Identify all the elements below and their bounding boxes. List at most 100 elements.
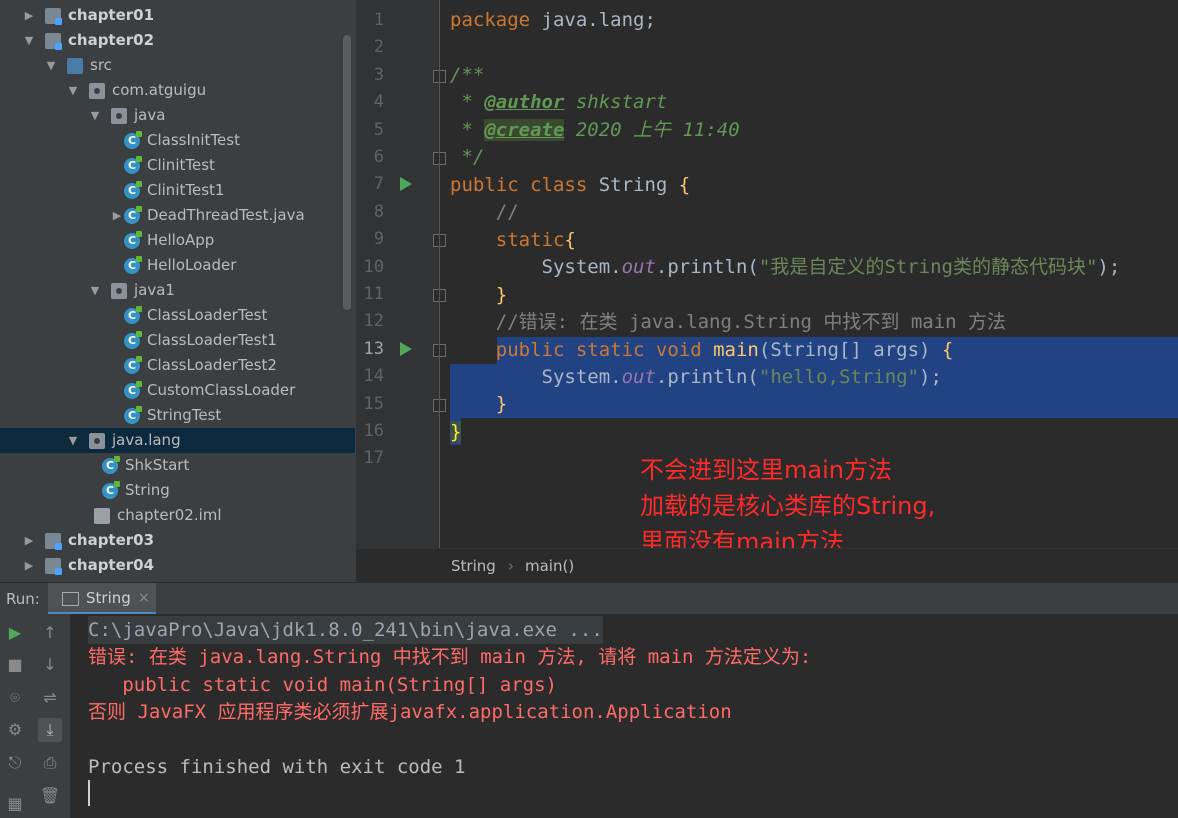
class-icon: C [124,306,142,324]
collapse-arrow-icon[interactable]: ▶ [22,3,36,28]
code-editor[interactable]: 1 2 3 4 5 6 7 8 9 10 11 12 13 14 15 16 17 package java.l… [356,0,1178,582]
tree-item[interactable]: ▼ java1 [0,278,343,303]
line-number: 16 [363,421,384,441]
class-icon: C [102,456,120,474]
code-line-10: System.out.println("我是自定义的String类的静态代码块"… [450,256,1121,278]
tree-item[interactable]: C StringTest [0,403,343,428]
tree-item-label: ClinitTest [147,156,215,174]
code-line-14: System.out.println("hello,String"); [450,366,942,388]
tree-item[interactable]: C ClassLoaderTest2 [0,353,343,378]
tree-item-label: java1 [134,281,175,299]
collapse-arrow-icon[interactable]: ▶ [22,553,36,578]
expand-arrow-icon[interactable]: ▼ [88,278,102,303]
console-error-line: 否则 JavaFX 应用程序类必须扩展javafx.application.Ap… [88,701,732,723]
tree-item[interactable]: ▶ chapter03 [0,528,343,553]
tree-item[interactable]: ▼ java.lang [0,428,355,453]
collapse-arrow-icon[interactable]: ▶ [110,203,124,228]
rerun-icon[interactable]: ▶ [3,621,27,645]
class-icon: C [102,481,120,499]
run-tab-label: String [86,589,131,607]
tree-item[interactable]: C String [0,478,343,503]
tree-item[interactable]: C ClinitTest [0,153,343,178]
line-number: 5 [373,119,384,140]
package-icon [111,108,127,124]
run-gutter-icon[interactable] [400,341,412,356]
class-icon: C [124,381,142,399]
expand-arrow-icon[interactable]: ▼ [88,103,102,128]
class-icon: C [124,356,142,374]
tree-item[interactable]: ▶ C DeadThreadTest.java [0,203,343,228]
code-line-15: } [450,393,508,415]
line-number: 9 [373,229,384,250]
breadcrumb-class[interactable]: String [451,549,496,582]
run-tab-string[interactable]: String × [48,583,156,615]
line-number: 4 [373,92,384,113]
code-line-7: public class String { [450,174,691,196]
breadcrumb-method[interactable]: main() [525,549,574,582]
class-icon: C [124,331,142,349]
tree-item[interactable]: C HelloApp [0,228,343,253]
scroll-up-icon[interactable]: ↑ [38,621,62,645]
console-caret [88,780,90,806]
run-label: Run: [6,590,40,608]
close-icon[interactable]: × [138,583,150,613]
run-gutter-icon[interactable] [400,177,412,192]
trash-icon[interactable]: 🗑 [38,784,62,808]
console-output[interactable]: C:\javaPro\Java\jdk1.8.0_241\bin\java.ex… [70,614,1178,818]
line-number: 13 [363,338,384,359]
tree-item[interactable]: C ClinitTest1 [0,178,343,203]
camera-icon[interactable]: ⌾ [3,686,27,710]
tree-item[interactable]: C ClassLoaderTest [0,303,343,328]
tree-item[interactable]: ▼ java [0,103,343,128]
console-exit-line: Process finished with exit code 1 [88,756,466,778]
tree-item[interactable]: ▶ chapter01 [0,3,343,28]
tree-item-label: chapter02 [68,31,155,49]
tree-item[interactable]: ▼ src [0,53,343,78]
soft-wrap-icon[interactable]: ⇌ [38,686,62,710]
tree-item-label: java.lang [112,431,181,449]
tree-item[interactable]: ▶ chapter04 [0,553,343,578]
tree-item[interactable]: C HelloLoader [0,253,343,278]
line-number: 8 [373,201,384,222]
package-icon [89,433,105,449]
code-line-3: /** [450,64,485,86]
stop-icon[interactable]: ■ [3,653,27,677]
iml-file-icon [94,508,110,524]
tree-item-label: chapter01 [68,6,155,24]
settings-icon[interactable]: ⚙ [3,718,27,742]
exit-icon[interactable]: ⎋ [3,751,27,775]
tree-item[interactable]: ▼ chapter02 [0,28,343,53]
tree-item[interactable]: C ClassLoaderTest1 [0,328,343,353]
layout-icon[interactable]: ▦ [3,792,27,816]
package-icon [111,283,127,299]
collapse-arrow-icon[interactable]: ▶ [22,528,36,553]
print-icon[interactable]: ⎙ [38,751,62,775]
tree-item-label: java [134,106,166,124]
expand-arrow-icon[interactable]: ▼ [66,428,80,453]
scroll-to-end-icon[interactable]: ⤓ [38,718,62,742]
line-number: 1 [373,10,384,30]
code-line-12: //错误: 在类 java.lang.String 中找不到 main 方法 [450,311,1007,333]
tree-item[interactable]: ▼ com.atguigu [0,78,343,103]
scroll-down-icon[interactable]: ↓ [38,653,62,677]
breadcrumb-separator: › [508,557,514,575]
tree-item-label: chapter02.iml [117,506,222,524]
tree-item-label: DeadThreadTest.java [147,206,305,224]
tree-item[interactable]: chapter02.iml [0,503,343,528]
expand-arrow-icon[interactable]: ▼ [44,53,58,78]
tree-item[interactable]: C CustomClassLoader [0,378,343,403]
console-command-line[interactable]: C:\javaPro\Java\jdk1.8.0_241\bin\java.ex… [88,616,603,644]
line-number: 11 [363,284,384,304]
tree-item-label: CustomClassLoader [147,381,296,399]
tree-item[interactable]: C ClassInitTest [0,128,343,153]
module-folder-icon [45,558,62,575]
expand-arrow-icon[interactable]: ▼ [66,78,80,103]
line-number: 3 [373,64,384,85]
expand-arrow-icon[interactable]: ▼ [22,28,36,53]
tree-item-label: StringTest [147,406,222,424]
console-error-line: 错误: 在类 java.lang.String 中找不到 main 方法, 请将… [88,646,812,668]
source-folder-icon [67,58,83,74]
tree-scrollbar[interactable] [343,35,351,310]
tree-item[interactable]: C ShkStart [0,453,343,478]
tree-item-label: ClassLoaderTest1 [147,331,277,349]
